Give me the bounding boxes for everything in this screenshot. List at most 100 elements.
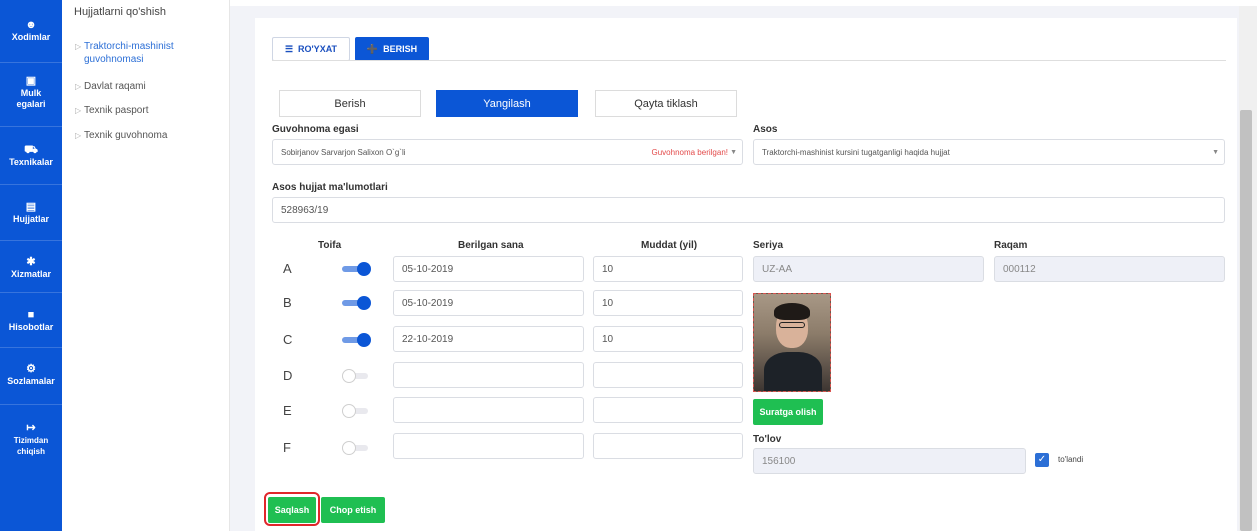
term-value: 10 (602, 333, 614, 345)
payment-input[interactable]: 156100 (753, 448, 1026, 474)
date-value: 05-10-2019 (402, 297, 454, 309)
date-input-a[interactable]: 05-10-2019 (393, 256, 584, 282)
paid-checkbox[interactable]: ✓ (1035, 453, 1049, 467)
sidebar-divider (0, 240, 62, 241)
sidebar-divider (0, 62, 62, 63)
basis-doc-label: Asos hujjat ma'lumotlari (272, 182, 388, 193)
sidebar-item-label: Sozlamalar (7, 376, 55, 386)
basis-select[interactable]: Traktorchi-mashinist kursini tugatganlig… (753, 139, 1225, 165)
number-input[interactable]: 000112 (994, 256, 1225, 282)
sidebar-item-xizmatlar[interactable]: ✱ Xizmatlar (0, 257, 62, 280)
sidebar-divider (0, 292, 62, 293)
caret-down-icon: ▼ (1212, 148, 1219, 156)
term-input-e[interactable] (593, 397, 743, 423)
subnav-item-davlat-raqami[interactable]: ▷ Davlat raqami (75, 80, 146, 93)
term-input-d[interactable] (593, 362, 743, 388)
date-value: 22-10-2019 (402, 333, 454, 345)
print-button[interactable]: Chop etish (321, 497, 385, 523)
subnav-item-texnik-guvohnoma[interactable]: ▷ Texnik guvohnoma (75, 129, 168, 142)
chevron-right-icon: ▷ (75, 42, 82, 51)
sidebar-divider (0, 126, 62, 127)
number-value: 000112 (1003, 263, 1036, 275)
sidebar-divider (0, 184, 62, 185)
sidebar-item-label: Texnikalar (9, 157, 53, 167)
owner-value: Sobirjanov Sarvarjon Salixon O`g`li (281, 147, 406, 157)
category-letter: F (283, 440, 291, 455)
basis-label: Asos (753, 124, 778, 135)
date-input-e[interactable] (393, 397, 584, 423)
segment-qayta-tiklash[interactable]: Qayta tiklash (595, 90, 737, 117)
term-value: 10 (602, 263, 614, 275)
tab-divider (272, 60, 1226, 61)
document-icon: ▤ (25, 201, 37, 213)
chevron-right-icon: ▷ (75, 106, 82, 115)
tab-list[interactable]: ☰ RO'YXAT (272, 37, 350, 61)
date-input-c[interactable]: 22-10-2019 (393, 326, 584, 352)
subnav-item-texnik-pasport[interactable]: ▷ Texnik pasport (75, 104, 149, 117)
category-toggle-e[interactable] (342, 404, 373, 418)
sidebar-item-xodimlar[interactable]: ☻ Xodimlar (0, 20, 62, 43)
truck-icon: ⛟ (24, 144, 38, 156)
date-input-f[interactable] (393, 433, 584, 459)
basis-value: Traktorchi-mashinist kursini tugatganlig… (762, 147, 950, 157)
subnav-title: Hujjatlarni qo'shish (74, 6, 166, 18)
sidebar-divider (0, 404, 62, 405)
list-icon: ☰ (284, 43, 294, 54)
chevron-right-icon: ▷ (75, 131, 82, 140)
term-value: 10 (602, 297, 614, 309)
subnav-item-label: Texnik pasport (84, 105, 149, 116)
tab-give[interactable]: ➕ BERISH (355, 37, 429, 61)
payment-label: To'lov (753, 434, 782, 445)
col-date: Berilgan sana (458, 240, 524, 251)
logout-icon: ↦ (26, 422, 36, 434)
category-toggle-f[interactable] (342, 441, 373, 455)
sidebar-divider (0, 347, 62, 348)
category-toggle-b[interactable] (342, 296, 373, 310)
wrench-icon: ✱ (26, 256, 36, 268)
chevron-right-icon: ▷ (75, 82, 82, 91)
category-toggle-a[interactable] (342, 262, 373, 276)
sidebar-item-hujjatlar[interactable]: ▤ Hujjatlar (0, 202, 62, 225)
subnav-item-traktorchi[interactable]: ▷ Traktorchi-mashinist guvohnomasi (75, 40, 174, 66)
main-sidebar: ☻ Xodimlar ▣ Mulk egalari ⛟ Texnikalar ▤… (0, 0, 62, 531)
paid-label: to'landi (1058, 455, 1084, 464)
series-input[interactable]: UZ-AA (753, 256, 984, 282)
user-icon: ☻ (25, 19, 37, 31)
term-input-b[interactable]: 10 (593, 290, 743, 316)
segment-berish[interactable]: Berish (279, 90, 421, 117)
plus-circle-icon: ➕ (366, 43, 379, 54)
owner-photo (753, 293, 831, 392)
cube-icon: ▣ (25, 75, 37, 87)
term-input-f[interactable] (593, 433, 743, 459)
payment-value: 156100 (762, 455, 796, 467)
sidebar-item-mulk-egalari[interactable]: ▣ Mulk egalari (0, 76, 62, 110)
date-input-d[interactable] (393, 362, 584, 388)
check-icon: ✓ (1037, 454, 1047, 465)
take-photo-button[interactable]: Suratga olish (753, 399, 823, 425)
sidebar-item-label: Mulk egalari (16, 88, 46, 109)
sidebar-item-label: Hujjatlar (12, 214, 49, 224)
basis-doc-input[interactable]: 528963/19 (272, 197, 1225, 223)
subnav-item-label: guvohnomasi (84, 54, 144, 65)
sidebar-item-hisobotlar[interactable]: ■ Hisobotlar (0, 310, 62, 333)
category-toggle-d[interactable] (342, 369, 373, 383)
top-strip-accent (0, 0, 62, 6)
category-toggle-c[interactable] (342, 333, 373, 347)
col-term: Muddat (yil) (641, 240, 698, 251)
owner-select[interactable]: Sobirjanov Sarvarjon Salixon O`g`li Guvo… (272, 139, 743, 165)
sidebar-item-logout[interactable]: ↦ Tizimdan chiqish (0, 423, 62, 457)
sidebar-item-sozlamalar[interactable]: ⚙ Sozlamalar (0, 364, 62, 387)
sidebar-item-texnikalar[interactable]: ⛟ Texnikalar (0, 145, 62, 168)
term-input-a[interactable]: 10 (593, 256, 743, 282)
term-input-c[interactable]: 10 (593, 326, 743, 352)
category-letter: D (283, 368, 293, 383)
date-input-b[interactable]: 05-10-2019 (393, 290, 584, 316)
segment-yangilash[interactable]: Yangilash (436, 90, 578, 117)
category-letter: B (283, 295, 292, 310)
col-number: Raqam (994, 240, 1028, 251)
subnav-item-label: Texnik guvohnoma (84, 130, 168, 141)
documents-subnav: Hujjatlarni qo'shish ▷ Traktorchi-mashin… (62, 0, 230, 531)
scrollbar-thumb[interactable] (1240, 110, 1252, 531)
sidebar-item-label: Xodimlar (11, 32, 51, 42)
category-letter: A (283, 261, 292, 276)
